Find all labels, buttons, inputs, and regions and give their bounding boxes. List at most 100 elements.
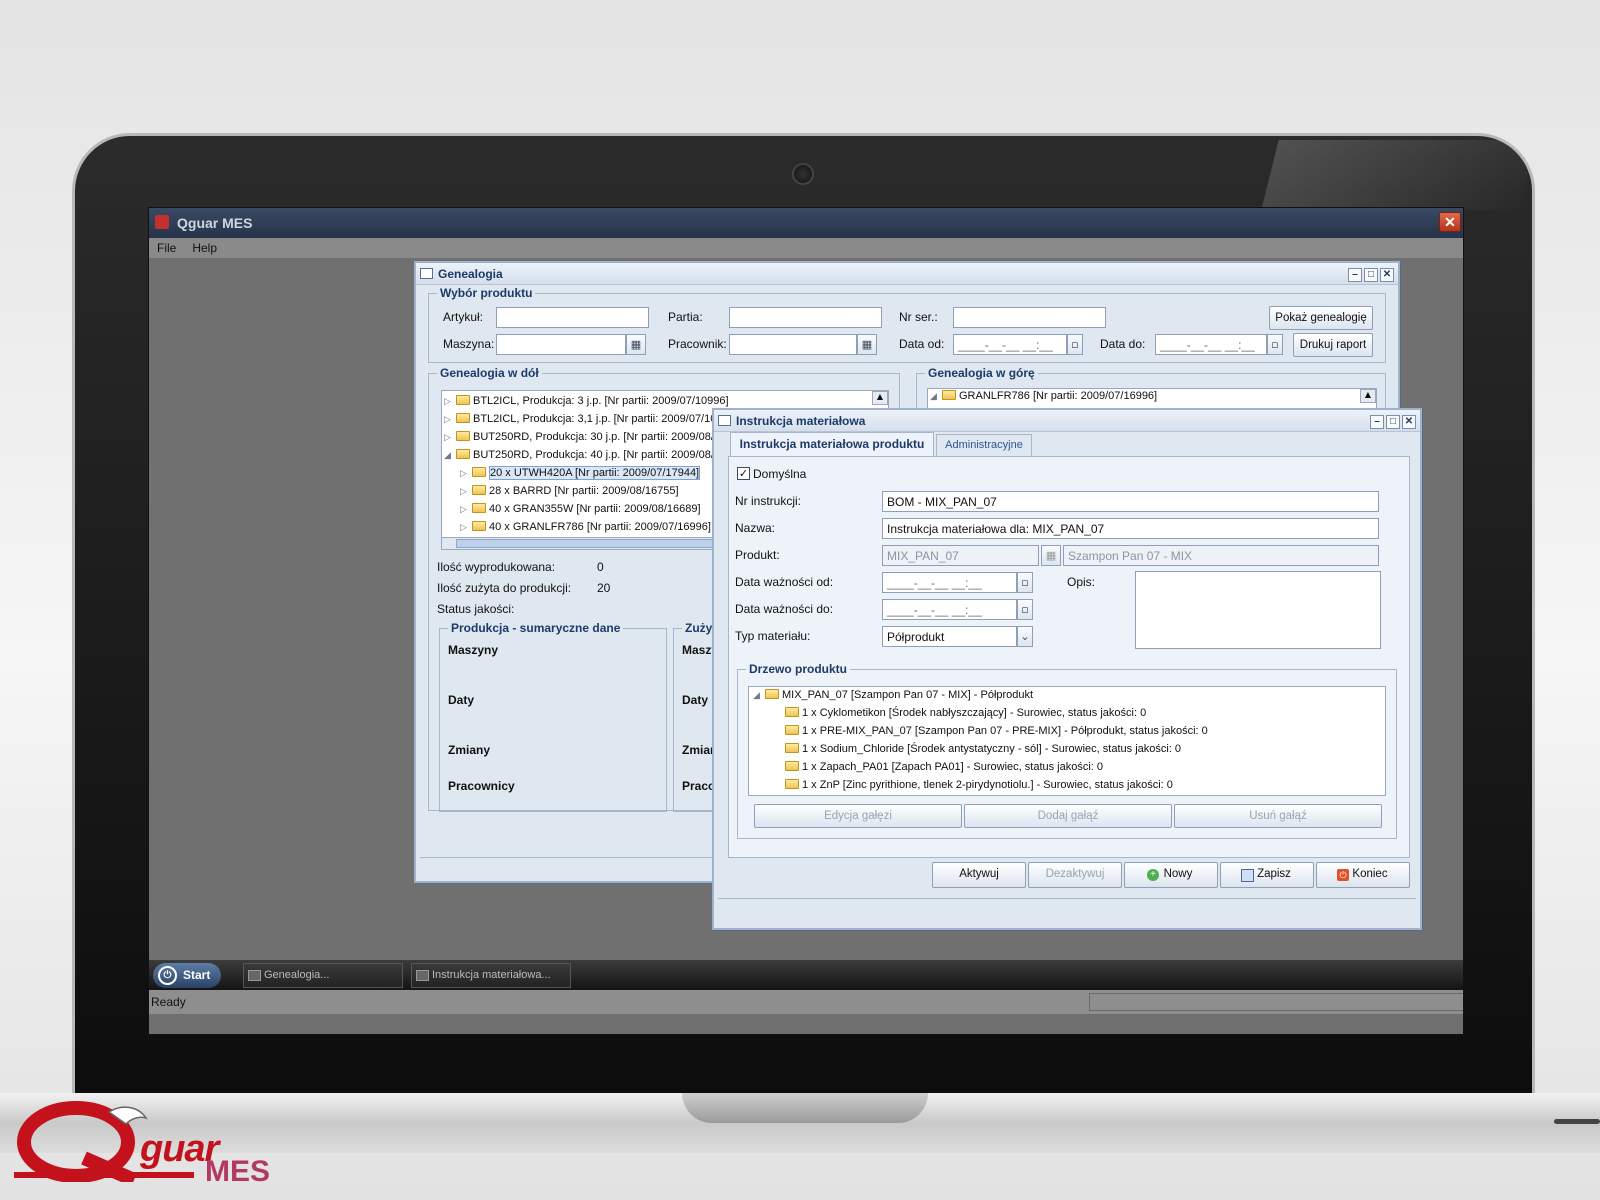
folder-icon (785, 743, 799, 753)
app-icon (155, 215, 169, 229)
data-waznosci-do-input[interactable]: ____-__-__ __:__ (882, 599, 1017, 620)
folder-icon (472, 521, 486, 531)
tree-item[interactable]: ◢ GRANLFR786 [Nr partii: 2009/07/16996] (930, 389, 1157, 405)
nr-instrukcji-input[interactable]: BOM - MIX_PAN_07 (882, 491, 1379, 512)
start-button[interactable]: ⏻ Start (153, 963, 221, 988)
produkcja-title: Produkcja - sumaryczne dane (448, 621, 624, 635)
nowy-button[interactable]: + Nowy (1124, 862, 1218, 888)
tree-item[interactable]: ▷ 40 x GRAN355W [Nr partii: 2009/08/16689… (460, 501, 701, 518)
ilosc-zuzyta-value: 20 (597, 581, 611, 595)
data-od-label: Data od: (899, 337, 945, 351)
minimize-button[interactable]: – (1348, 268, 1362, 282)
drzewo-produktu-group: Drzewo produktu ◢ MIX_PAN_07 [Szampon Pan… (737, 662, 1397, 839)
tree-item[interactable]: ▷ BTL2ICL, Produkcja: 3,1 j.p. [Nr partii… (444, 411, 722, 428)
typ-materialu-label: Typ materiału: (735, 629, 811, 643)
tree-item[interactable]: 1 x Zapach_PA01 [Zapach PA01] - Surowiec… (785, 759, 1103, 776)
dodaj-galaz-button[interactable]: Dodaj gałąź (964, 804, 1172, 828)
typ-materialu-select[interactable]: Półprodukt (882, 626, 1017, 647)
scroll-up-arrow-icon[interactable]: ▲ (872, 391, 888, 405)
screen-reflection (1261, 140, 1537, 210)
drukuj-raport-button[interactable]: Drukuj raport (1293, 333, 1373, 357)
maszyna-picker-icon[interactable]: ▦ (626, 334, 646, 355)
tree-item[interactable]: 1 x PRE-MIX_PAN_07 [Szampon Pan 07 - PRE… (785, 723, 1208, 740)
genealogia-w-dol-title: Genealogia w dół (437, 366, 542, 380)
tree-root-item[interactable]: ◢ MIX_PAN_07 [Szampon Pan 07 - MIX] - Pół… (753, 687, 1033, 704)
pokaz-genealogie-button[interactable]: Pokaż genealogię (1269, 306, 1373, 330)
app-title: Qguar MES (177, 215, 253, 231)
maszyna-input[interactable] (496, 334, 626, 355)
nr-ser-input[interactable] (953, 307, 1106, 328)
folder-icon (785, 707, 799, 717)
menu-help[interactable]: Help (184, 238, 225, 258)
scroll-up-arrow-icon[interactable]: ▲ (1360, 389, 1376, 403)
close-button[interactable]: ✕ (1380, 268, 1394, 282)
app-close-button[interactable]: ✕ (1439, 212, 1461, 232)
data-do-input[interactable]: ____-__-__ __:__ (1155, 334, 1267, 355)
aktywuj-button[interactable]: Aktywuj (932, 862, 1026, 888)
chevron-down-icon[interactable]: ⌄ (1017, 626, 1033, 647)
tree-item[interactable]: 1 x Cyklometikon [Środek nabłyszczający]… (785, 705, 1146, 722)
tree-item[interactable]: 1 x Sodium_Chloride [Środek antystatyczn… (785, 741, 1181, 758)
status-panel (1089, 993, 1463, 1011)
produkt-code-input[interactable]: MIX_PAN_07 (882, 545, 1039, 566)
minimize-button[interactable]: – (1370, 415, 1384, 429)
artykul-label: Artykuł: (443, 310, 484, 324)
tree-item[interactable]: ▷ BUT250RD, Produkcja: 30 j.p. [Nr partii… (444, 429, 725, 446)
nr-ser-label: Nr ser.: (899, 310, 938, 324)
maszyna-label: Maszyna: (443, 337, 495, 351)
folder-icon (785, 725, 799, 735)
taskbar: ⏻ Start Genealogia... Instrukcja materia… (149, 960, 1463, 990)
pracownik-input[interactable] (729, 334, 857, 355)
calendar-icon[interactable]: ▫ (1267, 334, 1283, 355)
calendar-icon[interactable]: ▫ (1017, 599, 1033, 620)
nazwa-input[interactable]: Instrukcja materiałowa dla: MIX_PAN_07 (882, 518, 1379, 539)
close-button[interactable]: ✕ (1402, 415, 1416, 429)
produkcja-group: Produkcja - sumaryczne dane Maszyny Daty… (439, 621, 667, 812)
tree-item[interactable]: ▷ BTL2ICL, Produkcja: 3 j.p. [Nr partii: … (444, 393, 729, 410)
tab-administracyjne[interactable]: Administracyjne (936, 434, 1032, 456)
ilosc-zuzyta-label: Ilość zużyta do produkcji: (437, 581, 572, 595)
usun-galaz-button[interactable]: Usuń gałąź (1174, 804, 1382, 828)
pracownicy-label: Pracownicy (448, 779, 515, 793)
koniec-button[interactable]: ⏻ Koniec (1316, 862, 1410, 888)
partia-input[interactable] (729, 307, 882, 328)
produkt-label: Produkt: (735, 548, 780, 562)
dezaktywuj-button[interactable]: Dezaktywuj (1028, 862, 1122, 888)
instrukcja-footer (718, 898, 1416, 922)
tree-item[interactable]: ▷ 28 x BARRD [Nr partii: 2009/08/16755] (460, 483, 679, 500)
app-titlebar: Qguar MES ✕ (149, 208, 1463, 238)
daty-label: Daty (682, 693, 709, 707)
data-waznosci-od-input[interactable]: ____-__-__ __:__ (882, 572, 1017, 593)
task-genealogia[interactable]: Genealogia... (243, 963, 403, 988)
drzewo-produktu-tree[interactable]: ◢ MIX_PAN_07 [Szampon Pan 07 - MIX] - Pół… (748, 686, 1386, 796)
task-instrukcja[interactable]: Instrukcja materiałowa... (411, 963, 571, 988)
nowy-label: Nowy (1163, 868, 1193, 880)
opis-textarea[interactable] (1135, 571, 1381, 649)
qguar-logo-q (17, 1101, 148, 1182)
calendar-icon[interactable]: ▫ (1067, 334, 1083, 355)
folder-icon (456, 413, 470, 423)
domyslna-checkbox[interactable]: ✓ (737, 467, 750, 480)
pracownik-picker-icon[interactable]: ▦ (857, 334, 877, 355)
produkt-picker-icon[interactable]: ▦ (1041, 545, 1061, 566)
tab-instrukcja-produktu[interactable]: Instrukcja materiałowa produktu (730, 432, 934, 456)
tree-item[interactable]: ▷ 40 x GRANLFR786 [Nr partii: 2009/07/169… (460, 519, 711, 536)
folder-icon (472, 485, 486, 495)
nazwa-label: Nazwa: (735, 521, 776, 535)
folder-icon (456, 431, 470, 441)
edycja-galezi-button[interactable]: Edycja gałęzi (754, 804, 962, 828)
window-icon (248, 970, 261, 981)
start-label: Start (183, 968, 211, 982)
tree-item[interactable]: 1 x ZnP [Zinc pyrithione, tlenek 2-piryd… (785, 777, 1173, 794)
menu-file[interactable]: File (149, 238, 184, 258)
data-od-input[interactable]: ____-__-__ __:__ (953, 334, 1067, 355)
tree-item-selected[interactable]: ▷ 20 x UTWH420A [Nr partii: 2009/07/17944… (460, 465, 701, 482)
calendar-icon[interactable]: ▫ (1017, 572, 1033, 593)
tree-item[interactable]: ◢ BUT250RD, Produkcja: 40 j.p. [Nr partii… (444, 447, 725, 464)
maximize-button[interactable]: □ (1386, 415, 1400, 429)
maximize-button[interactable]: □ (1364, 268, 1378, 282)
artykul-input[interactable] (496, 307, 649, 328)
plus-icon: + (1147, 869, 1159, 881)
logo-underline (14, 1172, 194, 1178)
zapisz-button[interactable]: Zapisz (1220, 862, 1314, 888)
